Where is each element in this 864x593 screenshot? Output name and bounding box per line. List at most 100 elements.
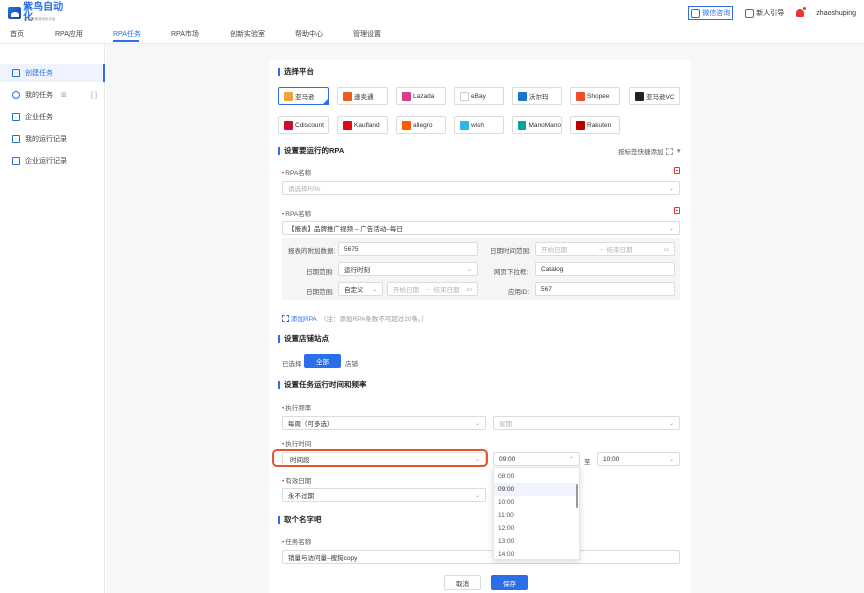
custom-range-select[interactable]: 自定义 ⌄ (338, 282, 383, 296)
all-stores-button[interactable]: 全部 (304, 354, 341, 368)
top-right-actions: 微信咨询 新人引导 zhaoshuping (676, 6, 856, 20)
platform-logo-icon (284, 91, 293, 101)
rpa-select-2[interactable]: 【报表】品牌推广视频 – 广告活动–每日 ⌄ (282, 221, 680, 235)
rpa-select-1[interactable]: 请选择RPA ⌄ (282, 181, 680, 195)
task-name-input[interactable]: 销量与访问量–搜狗copy (282, 550, 680, 564)
platform-option[interactable]: 速卖通 (337, 87, 388, 105)
platform-option[interactable]: 亚马逊 (278, 87, 329, 105)
platform-logo-icon (518, 120, 527, 130)
newbie-guide-button[interactable]: 新人引导 (745, 8, 784, 18)
store-label: 店铺 (345, 361, 358, 368)
notification-button[interactable] (796, 6, 808, 17)
platform-option[interactable]: Cdiscount (278, 116, 329, 134)
platform-label: wish (471, 121, 485, 129)
to-label: 至 (584, 459, 591, 466)
user-menu[interactable]: zhaoshuping (816, 10, 856, 17)
custom-date-range-picker[interactable]: 开始日期 → 结束日期 ▭ (387, 282, 478, 296)
platform-option[interactable]: allegro (396, 116, 446, 134)
quick-add-by-tag[interactable]: 按标签快捷添加 ▼ (618, 146, 682, 156)
nav-management[interactable]: 管理设置 (353, 29, 381, 39)
frequency-label: •执行频率 (282, 405, 312, 412)
cancel-button[interactable]: 取消 (444, 575, 481, 590)
chevron-down-icon: ⌄ (668, 457, 674, 463)
platform-label: eBay (471, 92, 486, 100)
section-title-schedule: 设置任务运行时间和频率 (278, 381, 367, 389)
datetime-range-label: 日期时间范围: (490, 248, 531, 255)
platform-logo-icon (576, 91, 585, 101)
platform-option[interactable]: Lazada (396, 87, 446, 105)
nav-active-indicator (113, 40, 139, 42)
platform-label: 亚马逊VC (646, 94, 675, 101)
platform-option[interactable]: 亚马逊VC (629, 87, 680, 105)
grid-icon: ⊞ (61, 92, 67, 99)
nav-rpa-apps[interactable]: RPA应用 (55, 29, 83, 39)
nav-rpa-market[interactable]: RPA市场 (171, 29, 199, 39)
chevron-down-icon: ⌄ (668, 421, 674, 427)
platform-option[interactable]: Shopee (570, 87, 620, 105)
sidebar-item-enterprise-run-records[interactable]: 企业运行记录 (0, 152, 105, 170)
time-from-select[interactable]: 09:00 ⌃ (493, 452, 580, 466)
datetime-range-picker[interactable]: 开始日期 → 结束日期 ▭ (535, 242, 675, 256)
time-option-selected[interactable]: 09:00 (494, 483, 576, 496)
section-title-platform: 选择平台 (278, 68, 314, 76)
app-logo[interactable]: 紫鸟自动化 跨境卖家自动化平台 (8, 3, 70, 23)
platform-logo-icon (402, 91, 411, 101)
time-option[interactable]: 12:00 (494, 522, 576, 535)
nav-home[interactable]: 首页 (10, 29, 24, 39)
platform-option[interactable]: wish (454, 116, 504, 134)
nav-rpa-tasks[interactable]: RPA任务 (113, 29, 141, 39)
page-dropdown-input[interactable]: Catalog (535, 262, 675, 276)
valid-date-select[interactable]: 永不过期 ⌄ (282, 488, 486, 502)
platform-option[interactable]: ManoMano (512, 116, 562, 134)
wechat-icon (691, 8, 701, 18)
add-rpa-link[interactable]: 添加RPA （注：添加RPA条数不可超过20条。） (282, 313, 428, 323)
calendar-icon: ▭ (466, 287, 472, 293)
dropdown-scrollbar[interactable] (576, 484, 578, 508)
top-bar: 紫鸟自动化 跨境卖家自动化平台 微信咨询 新人引导 zhaoshuping (0, 0, 864, 26)
chevron-down-icon: ⌄ (371, 287, 377, 293)
time-to-select[interactable]: 10:00 ⌄ (597, 452, 680, 466)
time-option[interactable]: 13:00 (494, 535, 576, 548)
create-icon (12, 69, 20, 77)
collapse-bracket[interactable]: [ ] (91, 92, 97, 99)
wechat-consult-button[interactable]: 微信咨询 (688, 6, 734, 20)
app-id-input[interactable]: 567 (535, 282, 675, 296)
time-option[interactable]: 11:00 (494, 509, 576, 522)
page-dropdown-label: 网页下拉框: (494, 269, 529, 276)
nav-help-center[interactable]: 帮助中心 (295, 29, 323, 39)
platform-option[interactable]: 沃尔玛 (512, 87, 562, 105)
platform-option[interactable]: Kaufland (337, 116, 388, 134)
tag-icon (665, 147, 673, 155)
selected-check-icon (322, 98, 329, 105)
platform-logo-icon (460, 120, 469, 130)
platform-logo-icon (576, 120, 585, 130)
platform-option[interactable]: eBay (454, 87, 504, 105)
platform-label: ManoMano (528, 121, 561, 129)
section-title-naming: 取个名字吧 (278, 516, 322, 524)
platform-logo-icon (518, 91, 527, 101)
platform-option[interactable]: Rakuten (570, 116, 620, 134)
nav-innovation-lab[interactable]: 创新实验室 (230, 29, 265, 39)
date-range-select[interactable]: 运行时刻 ⌄ (338, 262, 478, 276)
sidebar-item-my-run-records[interactable]: 我的运行记录 (0, 130, 105, 148)
time-option[interactable]: 08:00 (494, 470, 576, 483)
section-title-store: 设置店铺站点 (278, 335, 329, 343)
frequency-select[interactable]: 每周（可多选） ⌄ (282, 416, 486, 430)
delete-icon[interactable] (674, 167, 680, 174)
calendar-icon: ▭ (663, 247, 669, 253)
time-options-dropdown: 08:00 09:00 10:00 11:00 12:00 13:00 14:0… (493, 467, 580, 560)
sidebar-item-create-task[interactable]: 创建任务 (0, 64, 105, 82)
save-button[interactable]: 保存 (491, 575, 528, 590)
highlight-ring (272, 449, 488, 467)
delete-icon[interactable] (674, 207, 680, 214)
time-option[interactable]: 14:00 (494, 548, 576, 561)
extra-data-input[interactable]: 5675 (338, 242, 478, 256)
weekday-select[interactable]: 星期 ⌄ (493, 416, 680, 430)
sidebar-item-my-tasks[interactable]: 我的任务 ⊞ [ ] (0, 86, 105, 104)
time-option[interactable]: 10:00 (494, 496, 576, 509)
platform-logo-icon (343, 91, 352, 101)
chevron-up-icon: ⌃ (568, 457, 574, 463)
sidebar-item-enterprise-tasks[interactable]: 企业任务 (0, 108, 105, 126)
platform-label: allegro (413, 121, 433, 129)
exec-time-label: •执行时间 (282, 441, 312, 448)
